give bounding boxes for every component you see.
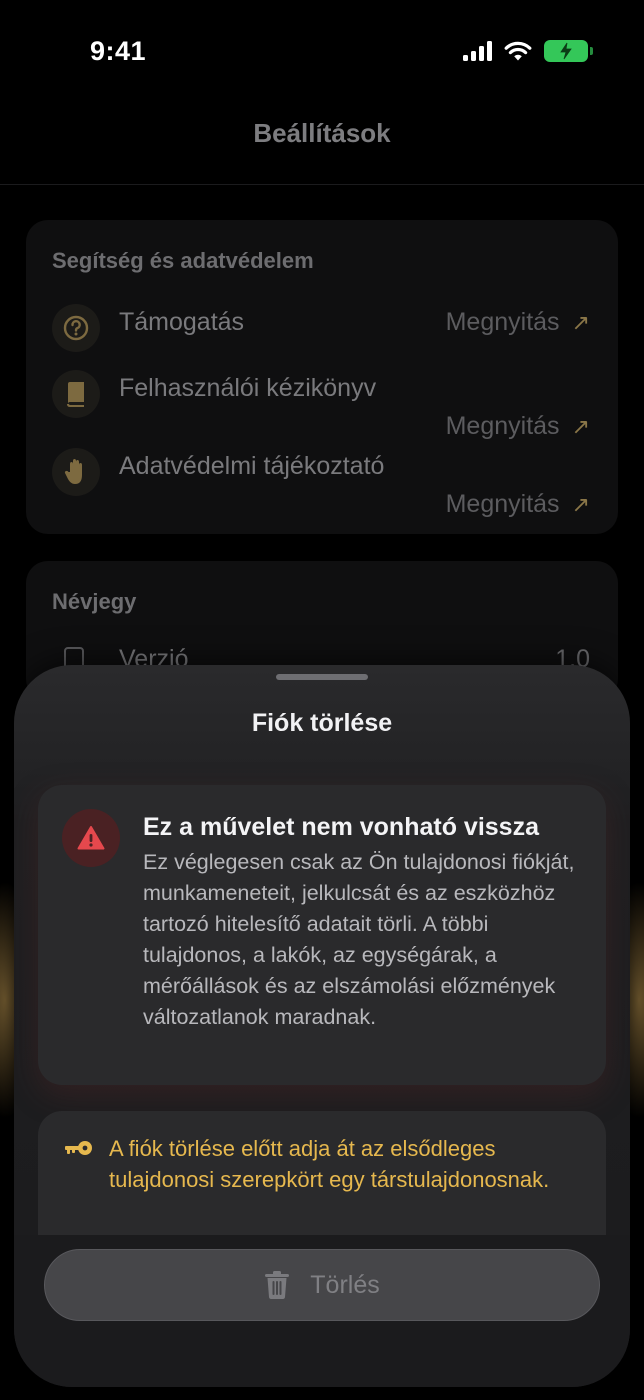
arrow-up-right-icon: ↗ — [571, 491, 590, 517]
wifi-icon — [504, 41, 532, 61]
key-icon — [64, 1139, 94, 1162]
transfer-role-info-text: A fiók törlése előtt adja át az elsődleg… — [109, 1136, 550, 1192]
privacy-policy-open-label: Megnyitás — [445, 490, 560, 518]
irreversible-warning-card: Ez a művelet nem vonható vissza Ez végle… — [38, 785, 606, 1085]
privacy-policy-label[interactable]: Adatvédelmi tájékoztató — [119, 452, 384, 481]
question-icon — [52, 304, 100, 352]
arrow-up-right-icon: ↗ — [571, 413, 590, 439]
status-icons — [463, 40, 593, 62]
delete-account-sheet: Fiók törlése Ez a művelet nem vonható vi… — [14, 665, 630, 1387]
help-privacy-card: Segítség és adatvédelem Támogatás Megnyi… — [26, 220, 618, 534]
sheet-title: Fiók törlése — [251, 709, 393, 737]
support-open-link[interactable]: Megnyitás ↗ — [446, 308, 590, 337]
nav-divider — [0, 184, 644, 185]
battery-charging-icon — [544, 40, 593, 62]
book-icon — [52, 370, 100, 418]
user-manual-label[interactable]: Felhasználói kézikönyv — [119, 374, 376, 403]
hand-icon — [52, 448, 100, 496]
delete-button-label: Törlés — [310, 1270, 380, 1299]
page-title: Beállítások — [253, 118, 391, 148]
warning-title: Ez a művelet nem vonható vissza — [143, 813, 539, 841]
cellular-signal-icon — [463, 41, 492, 61]
sheet-bottom-bar: Törlés — [14, 1235, 630, 1387]
privacy-policy-open-link[interactable]: Megnyitás ↗ — [446, 490, 590, 519]
status-bar: 9:41 — [0, 0, 644, 100]
user-manual-open-link[interactable]: Megnyitás ↗ — [446, 412, 590, 441]
sheet-grabber[interactable] — [276, 674, 368, 680]
user-manual-open-label: Megnyitás — [445, 412, 560, 440]
warning-triangle-icon — [62, 809, 120, 867]
section-heading-help: Segítség és adatvédelem — [52, 248, 314, 273]
support-label[interactable]: Támogatás — [119, 308, 244, 337]
trash-icon — [265, 1271, 290, 1299]
status-time: 9:41 — [90, 36, 147, 66]
section-heading-about: Névjegy — [52, 589, 137, 614]
arrow-up-right-icon: ↗ — [571, 309, 590, 335]
warning-body: Ez véglegesen csak az Ön tulajdonosi fió… — [143, 850, 575, 1029]
delete-button[interactable]: Törlés — [44, 1249, 600, 1321]
support-open-label: Megnyitás — [445, 308, 560, 336]
